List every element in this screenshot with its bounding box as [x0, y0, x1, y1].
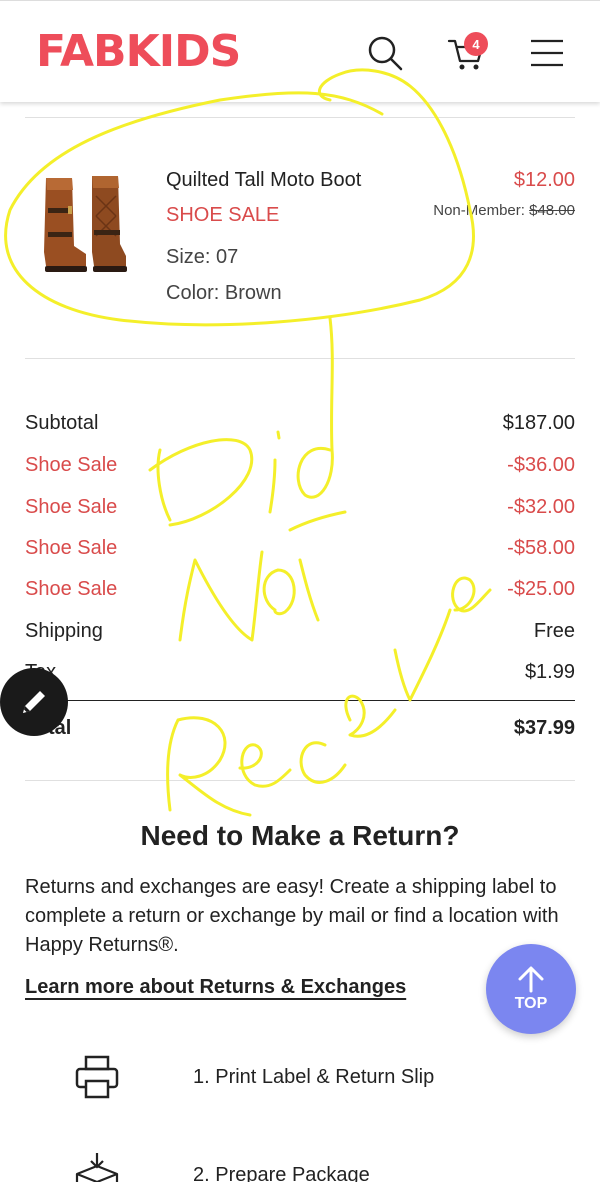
subtotal-label: Subtotal — [25, 411, 99, 434]
scroll-to-top-button[interactable]: TOP — [486, 944, 576, 1034]
return-step-label: 2. Prepare Package — [193, 1163, 370, 1182]
divider — [25, 358, 575, 359]
boot-product-image[interactable] — [38, 172, 130, 276]
return-step-label: 1. Print Label & Return Slip — [193, 1065, 435, 1088]
pencil-icon — [23, 691, 45, 713]
discount-label: Shoe Sale — [25, 536, 118, 559]
top-label: TOP — [514, 995, 548, 1012]
non-member-label: Non-Member: — [433, 202, 525, 219]
product-size: Size: 07 — [166, 246, 239, 268]
search-icon[interactable] — [363, 31, 407, 75]
discount-row: Shoe Sale -$58.00 — [25, 535, 575, 561]
discount-value: -$58.00 — [507, 536, 575, 559]
returns-description: Returns and exchanges are easy! Create a… — [25, 876, 559, 956]
discount-row: Shoe Sale -$32.00 — [25, 494, 575, 520]
discount-label: Shoe Sale — [25, 495, 118, 518]
shipping-value: Free — [533, 619, 575, 642]
total-value: $37.99 — [513, 716, 575, 739]
discount-label: Shoe Sale — [25, 453, 118, 476]
total-row: Total $37.99 — [25, 715, 575, 741]
arrow-up-icon — [518, 966, 544, 993]
product-sale-label: SHOE SALE — [166, 204, 280, 226]
subtotal-value: $187.00 — [502, 411, 575, 434]
subtotal-row: Subtotal $187.00 — [25, 410, 575, 436]
discount-value: -$25.00 — [507, 577, 575, 600]
divider — [25, 117, 575, 118]
tax-row: Tax $1.99 — [25, 659, 575, 685]
package-icon — [75, 1153, 119, 1182]
product-price: $12.00 — [513, 169, 575, 191]
non-member-original-price: $48.00 — [529, 202, 575, 219]
discount-row: Shoe Sale -$25.00 — [25, 576, 575, 602]
shipping-label: Shipping — [25, 619, 103, 642]
site-header: FABKIDS 4 — [0, 0, 600, 102]
printer-icon — [75, 1055, 119, 1099]
total-divider — [25, 700, 575, 701]
divider — [25, 780, 575, 781]
discount-label: Shoe Sale — [25, 577, 118, 600]
return-step: 2. Prepare Package — [74, 1150, 554, 1182]
tax-value: $1.99 — [524, 660, 575, 683]
non-member-price: Non-Member: $48.00 — [433, 202, 575, 219]
discount-row: Shoe Sale -$36.00 — [25, 452, 575, 478]
product-color: Color: Brown — [166, 282, 282, 304]
return-step: 1. Print Label & Return Slip — [74, 1052, 554, 1102]
discount-value: -$36.00 — [507, 453, 575, 476]
menu-icon[interactable] — [525, 31, 569, 75]
returns-heading: Need to Make a Return? — [140, 820, 460, 851]
cart-count-badge: 4 — [464, 32, 488, 56]
shipping-row: Shipping Free — [25, 618, 575, 644]
product-name[interactable]: Quilted Tall Moto Boot — [166, 169, 361, 192]
returns-learn-more-link[interactable]: Learn more about Returns & Exchanges — [25, 976, 406, 999]
discount-value: -$32.00 — [507, 495, 575, 518]
fabkids-logo[interactable]: FABKIDS — [36, 27, 241, 77]
edit-pencil-button[interactable] — [0, 668, 68, 736]
